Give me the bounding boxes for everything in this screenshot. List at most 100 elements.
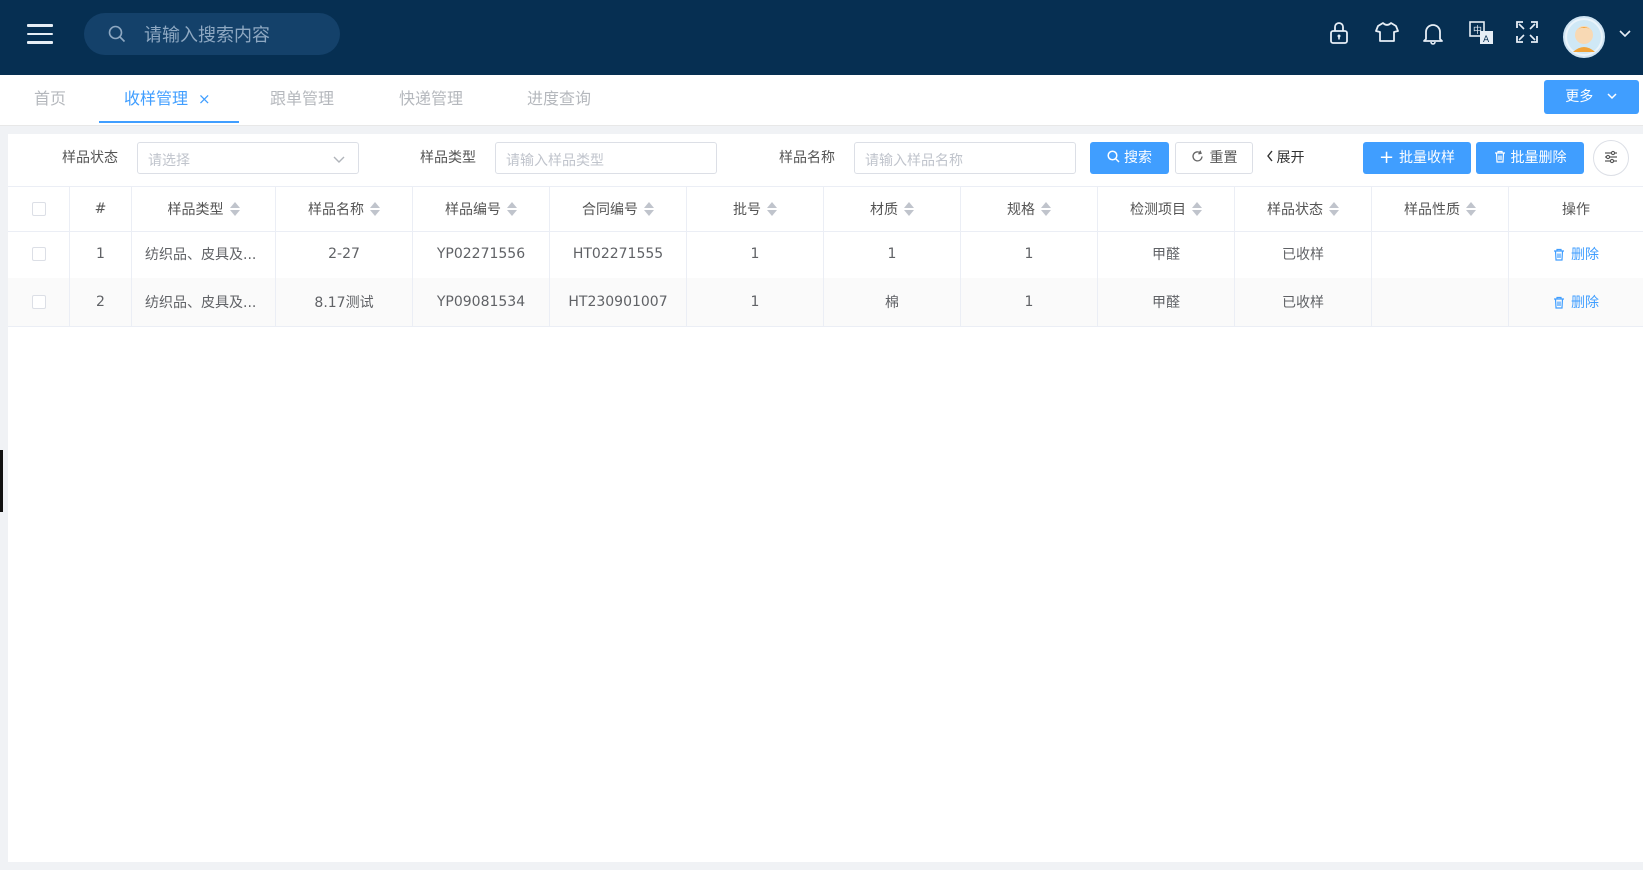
cell-text: 1	[1024, 294, 1034, 310]
sort-icon[interactable]	[1192, 201, 1202, 217]
fullscreen-icon[interactable]	[1516, 21, 1542, 47]
search-button[interactable]: 搜索	[1090, 142, 1169, 174]
header-batch[interactable]: 批号	[687, 187, 824, 231]
row-select-cell	[8, 278, 70, 326]
cell-action: 删除	[1509, 278, 1643, 326]
side-drawer-handle[interactable]	[0, 450, 3, 512]
header-label: 样品状态	[1267, 202, 1323, 218]
bottom-strip	[0, 862, 1643, 870]
cell-batch: 1	[687, 278, 824, 326]
name-input[interactable]: 请输入样品名称	[854, 142, 1076, 174]
tab-home[interactable]: 首页	[34, 75, 66, 123]
row-checkbox[interactable]	[31, 295, 46, 309]
cell-text: 2	[96, 294, 105, 310]
status-select[interactable]: 请选择	[137, 142, 359, 174]
batch-delete-button[interactable]: 批量删除	[1476, 142, 1584, 174]
active-tab-indicator	[99, 121, 239, 123]
chevron-down-icon[interactable]	[1618, 26, 1634, 42]
avatar[interactable]	[1563, 16, 1605, 58]
table-row[interactable]: 1 纺织品、皮具及... 2-27 YP02271556 HT02271555 …	[8, 230, 1643, 279]
type-input[interactable]: 请输入样品类型	[495, 142, 717, 174]
tab-progress[interactable]: 进度查询	[527, 75, 591, 123]
header-label: 规格	[1007, 202, 1035, 218]
row-checkbox[interactable]	[31, 247, 46, 261]
sort-icon[interactable]	[904, 201, 914, 217]
cell-text: YP09081534	[436, 294, 526, 310]
header-label: 样品性质	[1404, 202, 1460, 218]
trash-icon	[1554, 296, 1564, 309]
search-input[interactable]	[142, 21, 326, 49]
sort-icon[interactable]	[229, 201, 240, 217]
header-material[interactable]: 材质	[824, 187, 961, 231]
translate-icon[interactable]: 中A	[1469, 21, 1495, 47]
shirt-icon[interactable]	[1375, 21, 1401, 47]
header-nature[interactable]: 样品性质	[1372, 187, 1509, 231]
header-label: 材质	[870, 202, 898, 218]
cell-test-item: 甲醛	[1098, 230, 1235, 278]
tab-sample-receive[interactable]: 收样管理 ×	[124, 75, 211, 123]
cell-batch: 1	[687, 230, 824, 278]
main-panel: 样品状态 请选择 样品类型 请输入样品类型 样品名称 请输入样品名称 搜索 重置…	[8, 134, 1643, 862]
header-test-item[interactable]: 检测项目	[1098, 187, 1235, 231]
delete-label: 删除	[1571, 295, 1599, 311]
global-search[interactable]	[84, 13, 340, 55]
tab-label: 收样管理	[124, 89, 189, 108]
reset-button-label: 重置	[1209, 150, 1238, 166]
cell-material: 1	[824, 230, 961, 278]
more-button[interactable]: 更多	[1544, 80, 1639, 114]
header-status[interactable]: 样品状态	[1235, 187, 1372, 231]
header-label: 操作	[1562, 202, 1590, 218]
search-icon	[108, 25, 126, 43]
cell-test-item: 甲醛	[1098, 278, 1235, 326]
header-label: 样品编号	[445, 202, 501, 218]
column-settings-button[interactable]	[1593, 140, 1629, 176]
cell-sample-no: YP02271556	[413, 230, 550, 278]
cell-index: 1	[70, 230, 132, 278]
header-index: #	[70, 187, 132, 231]
sort-icon[interactable]	[370, 201, 380, 217]
header-sample-no[interactable]: 样品编号	[413, 187, 550, 231]
reset-button[interactable]: 重置	[1175, 142, 1253, 174]
expand-toggle[interactable]: 展开	[1260, 142, 1310, 174]
select-all-cell	[8, 187, 70, 231]
tab-bar: 首页 收样管理 × 跟单管理 快递管理 进度查询 更多	[0, 75, 1643, 126]
table-row[interactable]: 2 纺织品、皮具及... 8.17测试 YP09081534 HT2309010…	[8, 278, 1643, 327]
cell-text: 棉	[885, 295, 899, 311]
delete-link[interactable]: 删除	[1553, 292, 1599, 312]
cell-action: 删除	[1509, 230, 1643, 278]
sort-icon[interactable]	[1466, 201, 1476, 217]
sort-icon[interactable]	[644, 201, 654, 217]
header-spec[interactable]: 规格	[961, 187, 1098, 231]
table-header: # 样品类型 样品名称 样品编号 合同编号 批号 材质 规格 检测项目 样品状态…	[8, 186, 1643, 232]
sort-icon[interactable]	[507, 201, 517, 217]
sort-icon[interactable]	[1329, 201, 1339, 217]
batch-receive-button[interactable]: + 批量收样	[1363, 142, 1471, 174]
bell-icon[interactable]	[1422, 21, 1448, 47]
chevron-left-icon	[1266, 150, 1273, 162]
cell-spec: 1	[961, 230, 1098, 278]
header-label: 检测项目	[1130, 202, 1186, 218]
search-icon	[1107, 150, 1120, 163]
delete-label: 删除	[1571, 247, 1599, 263]
sort-icon[interactable]	[767, 201, 777, 217]
header-name[interactable]: 样品名称	[276, 187, 413, 231]
sort-icon[interactable]	[1041, 201, 1051, 217]
cell-text: 已收样	[1282, 295, 1324, 311]
menu-toggle-icon[interactable]	[27, 24, 53, 44]
tab-express[interactable]: 快递管理	[399, 75, 463, 123]
type-input-placeholder: 请输入样品类型	[506, 153, 604, 169]
close-icon[interactable]: ×	[198, 90, 211, 108]
header-label: 合同编号	[582, 202, 638, 218]
header-contract-no[interactable]: 合同编号	[550, 187, 687, 231]
cell-type: 纺织品、皮具及...	[132, 230, 276, 278]
header-label: 样品类型	[167, 202, 224, 218]
expand-label: 展开	[1276, 150, 1305, 166]
header-type[interactable]: 样品类型	[132, 187, 276, 231]
chevron-down-icon	[333, 156, 345, 163]
row-select-cell	[8, 230, 70, 278]
lock-icon[interactable]	[1328, 21, 1354, 47]
tab-order-tracking[interactable]: 跟单管理	[270, 75, 334, 123]
delete-link[interactable]: 删除	[1553, 244, 1599, 264]
cell-index: 2	[70, 278, 132, 326]
select-all-checkbox[interactable]	[31, 202, 46, 216]
